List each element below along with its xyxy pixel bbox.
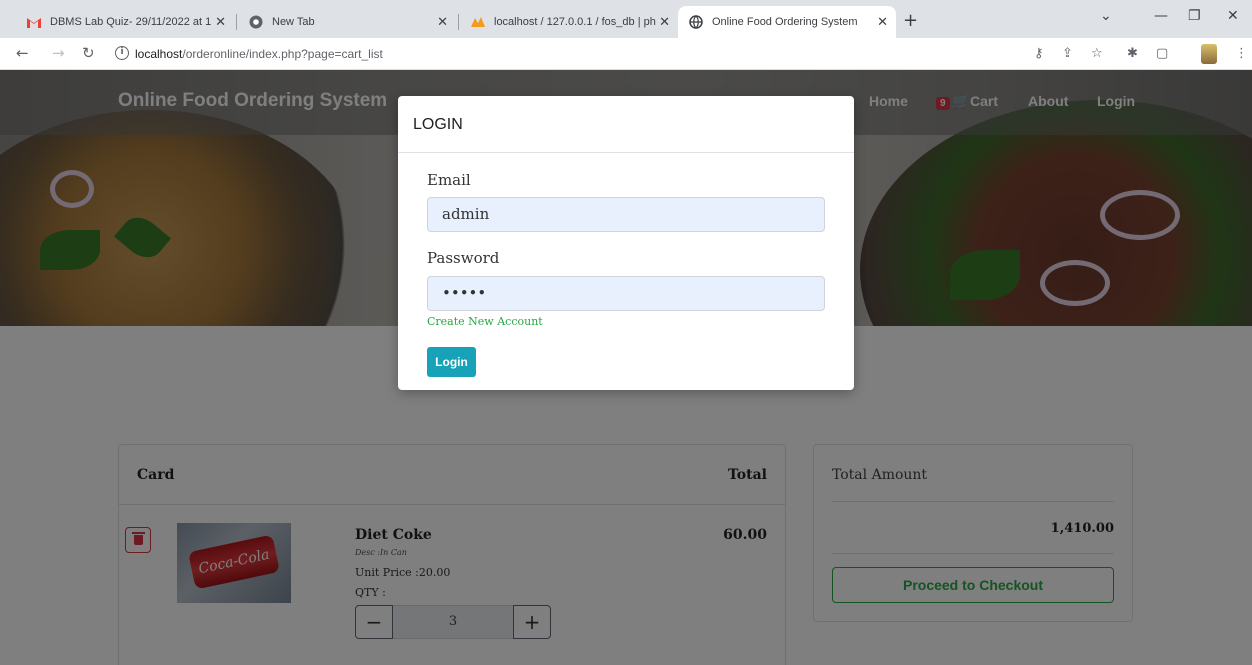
share-icon[interactable]: ⇪: [1062, 46, 1073, 61]
browser-tab-newtab[interactable]: New Tab ✕: [238, 6, 456, 38]
login-button[interactable]: Login: [427, 347, 476, 377]
tab-search-icon[interactable]: ⌄: [1100, 8, 1112, 24]
menu-dots-icon[interactable]: ⋮: [1235, 46, 1248, 61]
close-tab-icon[interactable]: ✕: [437, 14, 448, 30]
modal-title: LOGIN: [413, 116, 463, 133]
site-info-icon[interactable]: i: [115, 46, 129, 60]
address-bar[interactable]: localhost/orderonline/index.php?page=car…: [135, 47, 383, 61]
browser-tab-title: localhost / 127.0.0.1 / fos_db | ph: [494, 16, 656, 28]
password-label: Password: [427, 249, 500, 267]
forward-icon[interactable]: →: [52, 44, 65, 62]
browser-tabbar: DBMS Lab Quiz- 29/11/2022 at 1 ✕ New Tab…: [0, 0, 1252, 38]
chrome-icon: [248, 14, 264, 30]
gmail-icon: [26, 14, 42, 30]
browser-tab-title: Online Food Ordering System: [712, 16, 858, 28]
browser-tab-phpmyadmin[interactable]: localhost / 127.0.0.1 / fos_db | ph ✕: [460, 6, 678, 38]
email-label: Email: [427, 171, 471, 189]
login-modal: LOGIN Email admin Password ••••• Create …: [398, 96, 854, 390]
new-tab-icon[interactable]: +: [903, 10, 918, 31]
extensions-icon[interactable]: ✱: [1127, 46, 1138, 61]
url-host: localhost: [135, 47, 183, 61]
close-window-icon[interactable]: ✕: [1227, 8, 1239, 24]
close-tab-icon[interactable]: ✕: [659, 14, 670, 30]
email-field[interactable]: admin: [427, 197, 825, 232]
browser-tab-title: DBMS Lab Quiz- 29/11/2022 at 1: [50, 16, 212, 28]
browser-tab-gmail[interactable]: DBMS Lab Quiz- 29/11/2022 at 1 ✕: [16, 6, 234, 38]
tab-divider: [236, 14, 237, 30]
close-tab-icon[interactable]: ✕: [877, 14, 888, 30]
url-path: /orderonline/index.php?page=cart_list: [182, 47, 383, 61]
restore-icon[interactable]: ❐: [1188, 8, 1201, 24]
bookmark-star-icon[interactable]: ☆: [1091, 46, 1103, 61]
browser-tab-active[interactable]: Online Food Ordering System ✕: [678, 6, 896, 38]
globe-icon: [688, 14, 704, 30]
back-icon[interactable]: ←: [16, 44, 29, 62]
create-account-link[interactable]: Create New Account: [427, 315, 543, 328]
minimize-icon[interactable]: —: [1154, 8, 1168, 24]
modal-header: LOGIN: [398, 96, 854, 153]
reload-icon[interactable]: ↻: [82, 44, 95, 62]
browser-toolbar: ← → ↻ i localhost/orderonline/index.php?…: [0, 38, 1252, 70]
browser-tab-title: New Tab: [272, 16, 315, 28]
close-tab-icon[interactable]: ✕: [215, 14, 226, 30]
profile-avatar[interactable]: [1201, 44, 1217, 64]
key-icon[interactable]: ⚷: [1034, 46, 1044, 61]
password-field[interactable]: •••••: [427, 276, 825, 311]
side-panel-icon[interactable]: ▢: [1156, 46, 1168, 61]
tab-divider: [458, 14, 459, 30]
phpmyadmin-icon: [470, 14, 486, 30]
